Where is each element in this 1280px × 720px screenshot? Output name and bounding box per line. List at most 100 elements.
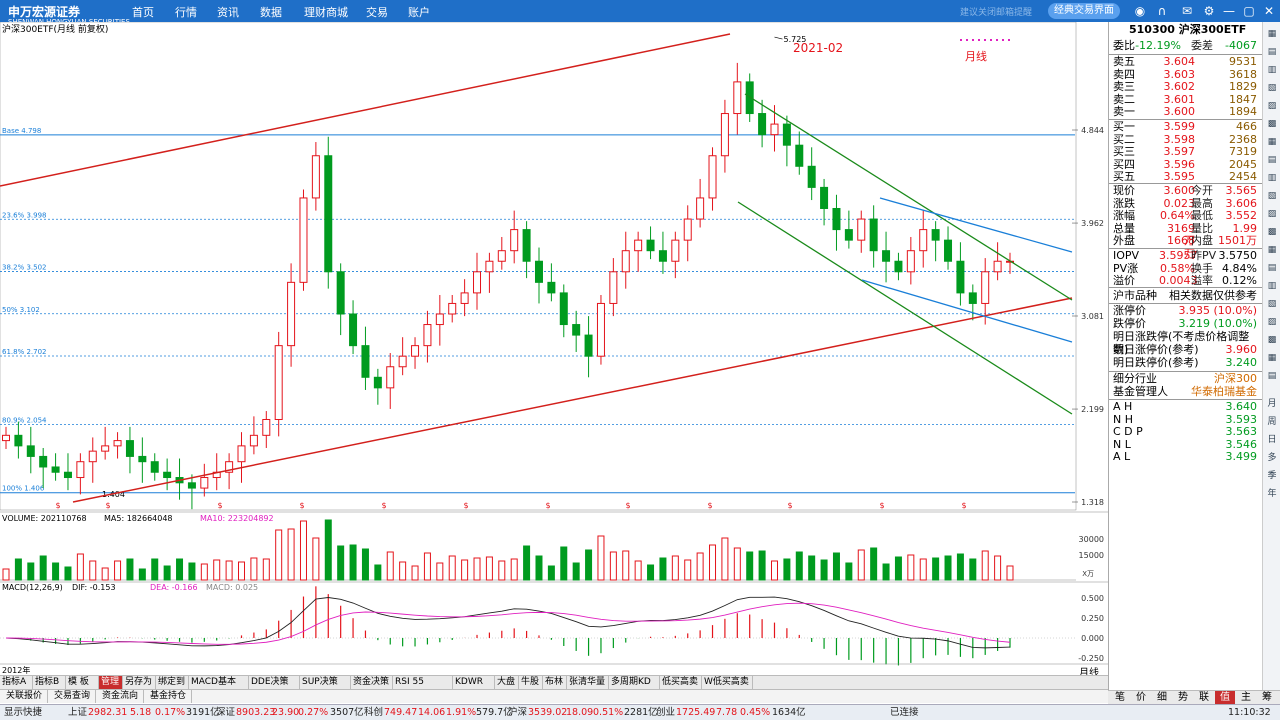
side-tab[interactable]: 价 xyxy=(1131,691,1151,704)
manager-row[interactable]: 基金管理人 华泰柏瑞基金 xyxy=(1109,385,1263,399)
volume-bar xyxy=(907,554,915,581)
indicator-tab[interactable]: DDE决策 xyxy=(249,676,300,689)
indicator-tab[interactable]: 模 板 xyxy=(66,676,99,689)
toolbar-icon[interactable]: ▧ xyxy=(1265,298,1279,310)
volume-bar xyxy=(225,560,233,581)
nav-market[interactable]: 行情 xyxy=(175,4,197,20)
index-change: 18.09 xyxy=(566,707,594,718)
nav-news[interactable]: 资讯 xyxy=(217,4,239,20)
toolbar-icon[interactable]: ▤ xyxy=(1265,154,1279,166)
headset-icon[interactable]: ∩ xyxy=(1155,4,1169,18)
volume-bar xyxy=(981,550,989,581)
period-quarter[interactable]: 季 xyxy=(1265,470,1279,482)
indicator-tab[interactable]: 指标A xyxy=(0,676,33,689)
indicator-tab[interactable]: KDWR xyxy=(453,676,495,689)
toolbar-icon[interactable]: ▤ xyxy=(1265,370,1279,382)
candle-body xyxy=(473,271,482,294)
mail-icon[interactable]: ✉ xyxy=(1180,4,1194,18)
maximize-icon[interactable]: ▢ xyxy=(1242,4,1256,18)
indicator-tab[interactable]: 管理 xyxy=(99,676,123,689)
volume-bar xyxy=(176,558,184,581)
toolbar-icon[interactable]: ▩ xyxy=(1265,118,1279,130)
show-quick-toggle[interactable]: 显示快捷 xyxy=(4,705,42,720)
toolbar-icon[interactable]: ▧ xyxy=(1265,190,1279,202)
stock-code-name: 510300 沪深300ETF xyxy=(1129,23,1247,36)
nav-account[interactable]: 账户 xyxy=(408,4,430,20)
period-day[interactable]: 日 xyxy=(1265,434,1279,446)
toolbar-icon[interactable]: ▩ xyxy=(1265,226,1279,238)
volume-bar xyxy=(287,528,295,581)
indicator-tab[interactable]: 牛股 xyxy=(519,676,543,689)
side-tab[interactable]: 筹 xyxy=(1257,691,1277,704)
side-tab[interactable]: 联 xyxy=(1194,691,1214,704)
bid-row[interactable]: 买一 3.599 466 xyxy=(1109,120,1263,134)
indicator-tab[interactable]: 多周期KD xyxy=(609,676,660,689)
indicator-tab[interactable]: W低买高卖 xyxy=(702,676,753,689)
indicator-tab[interactable]: 低买高卖 xyxy=(660,676,702,689)
bid-row[interactable]: 买三 3.597 7319 xyxy=(1109,146,1263,159)
indicator-tab[interactable]: 绑定到 xyxy=(156,676,189,689)
indicator-tab[interactable]: 布林 xyxy=(543,676,567,689)
side-tab[interactable]: 主 xyxy=(1236,691,1256,704)
side-tab[interactable]: 值 xyxy=(1215,691,1235,704)
volume-bar xyxy=(684,559,692,581)
toolbar-icon[interactable]: ▨ xyxy=(1265,100,1279,112)
kline-chart-area[interactable]: Base 4.798 23.6% 3.998 38.2% 3.502 50% 3.10… xyxy=(0,21,1108,680)
toolbar-icon[interactable]: ▦ xyxy=(1265,28,1279,40)
function-tab[interactable]: 基金持仓 xyxy=(148,690,192,703)
period-month[interactable]: 月 xyxy=(1265,398,1279,410)
nav-wealth-mall[interactable]: 理财商城 xyxy=(304,4,348,20)
toolbar-icon[interactable]: ▧ xyxy=(1265,82,1279,94)
candle-body xyxy=(497,250,506,262)
toolbar-icon[interactable]: ▦ xyxy=(1265,136,1279,148)
toolbar-icon[interactable]: ▦ xyxy=(1265,244,1279,256)
candle-body xyxy=(770,123,779,136)
indicator-tab[interactable]: 另存为 xyxy=(123,676,156,689)
ask-row[interactable]: 卖一 3.600 1894 xyxy=(1109,106,1263,119)
indicator-tab[interactable]: RSI 55 xyxy=(393,676,453,689)
indicator-tab[interactable]: 资金决策 xyxy=(351,676,393,689)
nav-data[interactable]: 数据 xyxy=(260,4,282,20)
period-week[interactable]: 周 xyxy=(1265,416,1279,428)
blue-channel-upper xyxy=(879,197,1073,253)
toolbar-icon[interactable]: ▥ xyxy=(1265,64,1279,76)
candle-body xyxy=(572,324,581,336)
volume-bar xyxy=(795,551,803,581)
ask-row[interactable]: 卖五 3.604 9531 xyxy=(1109,55,1263,69)
indicator-tab[interactable]: 大盘 xyxy=(495,676,519,689)
indicator-tab[interactable]: 指标B xyxy=(33,676,66,689)
function-tab[interactable]: 交易查询 xyxy=(52,690,96,703)
function-tab[interactable]: 关联报价 xyxy=(4,690,48,703)
toolbar-icon[interactable]: ▥ xyxy=(1265,172,1279,184)
volume-bar xyxy=(523,545,531,581)
toolbar-icon[interactable]: ▤ xyxy=(1265,262,1279,274)
toolbar-icon[interactable]: ▨ xyxy=(1265,316,1279,328)
classic-trade-button[interactable]: 经典交易界面 xyxy=(1048,3,1120,19)
indicator-tab[interactable]: 张清华量 xyxy=(567,676,609,689)
indicator-tab[interactable]: MACD基本 xyxy=(189,676,249,689)
user-icon[interactable]: ◉ xyxy=(1133,4,1147,18)
toolbar-icon[interactable]: ▤ xyxy=(1265,46,1279,58)
nav-trade[interactable]: 交易 xyxy=(366,4,388,20)
minimize-icon[interactable]: — xyxy=(1222,4,1236,18)
candle-body xyxy=(621,250,630,273)
period-multi[interactable]: 多 xyxy=(1265,452,1279,464)
period-year[interactable]: 年 xyxy=(1265,488,1279,500)
toolbar-icon[interactable]: ▨ xyxy=(1265,208,1279,220)
candle-body xyxy=(435,313,444,326)
index-percent: 0.27% xyxy=(298,707,329,718)
function-tab[interactable]: 资金流向 xyxy=(100,690,144,703)
toolbar-icon[interactable]: ▩ xyxy=(1265,334,1279,346)
volume-bar xyxy=(238,561,246,581)
side-tab[interactable]: 势 xyxy=(1173,691,1193,704)
nav-home[interactable]: 首页 xyxy=(132,4,154,20)
settings-icon[interactable]: ⚙ xyxy=(1202,4,1216,18)
toolbar-icon[interactable]: ▥ xyxy=(1265,280,1279,292)
industry-row[interactable]: 细分行业 沪深300 xyxy=(1109,372,1263,386)
indicator-tab[interactable]: SUP决策 xyxy=(300,676,351,689)
close-icon[interactable]: ✕ xyxy=(1262,4,1276,18)
side-tab[interactable]: 细 xyxy=(1152,691,1172,704)
side-tab[interactable]: 笔 xyxy=(1110,691,1130,704)
toolbar-icon[interactable]: ▦ xyxy=(1265,352,1279,364)
ask-row[interactable]: 卖三 3.602 1829 xyxy=(1109,81,1263,94)
